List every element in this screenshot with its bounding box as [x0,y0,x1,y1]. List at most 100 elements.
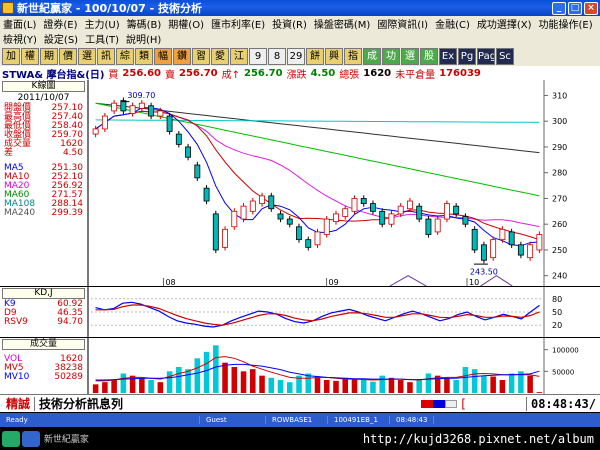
volume-label: 總張 [339,69,360,81]
indicator-value: 50289 [54,372,83,382]
taskbar-icon[interactable] [2,430,20,447]
menu-item[interactable]: 期權(O) [165,16,208,31]
volume-bar [444,377,450,393]
menu-item[interactable]: 證券(E) [40,16,81,31]
menu-bar: 畫面(L) 證券(E) 主力(U) 籌碼(B) 期權(O) 匯市利率(E) 投資… [0,16,600,31]
price-tick-label: 250 [552,246,567,255]
volume-bar [166,371,173,393]
candlestick-chart[interactable]: 240 250 260 270 280 290 300 310 08 09 10 309.70 243.… [88,80,600,286]
volume-bar [231,367,238,393]
volume-bar [148,380,154,393]
volume-bar [471,369,478,393]
volume-bar [342,377,349,393]
toolbar-button[interactable]: 8 [268,47,286,65]
open-interest-label: 未平倉量 [395,69,436,81]
connection-indicator [421,399,458,408]
volume-panel-title[interactable]: 成交量 [2,339,85,350]
menu-item[interactable]: 畫面(L) [0,16,40,31]
toolbar-button[interactable]: 江 [230,47,248,65]
candle-body [453,205,460,215]
volume-tick-label: 100000 [552,347,579,355]
candle-body [490,239,497,259]
kd-tick-label: 50 [552,308,562,317]
toolbar-button[interactable]: 餅 [306,47,324,65]
toolbar-button[interactable]: 9 [249,47,267,65]
clock-display: 08:48:43/ [525,396,596,411]
menu-item[interactable]: 說明(H) [123,31,165,46]
symbol-label[interactable]: STWA& 摩台指&(日) [2,66,104,81]
volume-bar [111,380,117,393]
toolbar-button[interactable]: 鑽 [173,47,191,65]
menu-item[interactable]: 匯市利率(E) [208,16,269,31]
candle-body [370,203,376,212]
menu-item[interactable]: 金融(C) [432,16,474,31]
toolbar-button[interactable]: 綜 [116,47,134,65]
candle-body [407,200,413,210]
volume-bar [323,380,330,393]
candle-body [397,205,404,215]
toolbar-button[interactable]: 幅 [154,47,172,65]
volume-chart[interactable]: 50000 100000 [88,338,600,394]
menu-item[interactable]: 檢視(Y) [0,31,41,46]
toolbar-button[interactable]: 興 [325,47,343,65]
toolbar-button[interactable]: 權 [21,47,39,65]
high-annotation: 309.70 [127,91,155,100]
toolbar-button[interactable]: 價 [59,47,77,65]
candle-body [175,133,182,145]
app-icon [2,2,14,14]
indicator-value: 299.39 [51,208,84,218]
candle-body [296,226,302,241]
toolbar-button[interactable]: 類 [135,47,153,65]
taskbar-icon[interactable] [21,430,40,447]
menu-item[interactable]: 功能操作(E) [536,16,597,31]
toolbar-button[interactable]: Page [477,47,495,65]
candle-body [268,195,275,210]
price-tick-label: 290 [552,143,567,152]
toolbar-button[interactable]: Ex [439,47,457,65]
menu-item[interactable]: 操盤密碼(M) [311,16,374,31]
close-button[interactable]: × [584,1,598,15]
candle-body [222,228,228,248]
toolbar-button[interactable]: Sc [496,47,514,65]
price-tick-label: 270 [552,194,567,203]
maximize-button[interactable]: □ [568,1,582,15]
kd-panel-title[interactable]: KD,J [2,288,85,299]
volume-bar [213,345,219,393]
ma10-line [95,110,540,241]
title-bar: 新世紀贏家 - 100/10/07 - 技術分析 _ □ × [0,0,600,16]
toolbar-button[interactable]: 指 [344,47,362,65]
minimize-button[interactable]: _ [552,1,566,15]
toolbar-button[interactable]: 選 [78,47,96,65]
toolbar-button[interactable]: 功 [382,47,400,65]
taskbar-caption[interactable]: 新世紀贏家 [44,432,363,445]
toolbar-button[interactable]: 訊 [97,47,115,65]
candle-body [148,105,155,117]
toolbar-button[interactable]: 習 [192,47,210,65]
toolbar-button[interactable]: Pg [458,47,476,65]
candle-body [443,203,450,220]
menu-item[interactable]: 投資(R) [269,16,311,31]
status-time: 08:48:43 [390,416,435,424]
kd-chart[interactable]: 20 50 80 [88,287,600,337]
toolbar-button[interactable]: 期 [40,47,58,65]
volume-bar [388,377,395,393]
buy-price: 256.60 [122,67,162,79]
message-separator [34,396,36,411]
buy-label: 買 [108,69,119,81]
toolbar-button[interactable]: 29 [287,47,305,65]
menu-item[interactable]: 成功選擇(X) [474,16,536,31]
price-tick-label: 280 [552,169,567,178]
toolbar-button[interactable]: 愛 [211,47,229,65]
toolbar-button[interactable]: 加 [2,47,20,65]
menu-item[interactable]: 設定(S) [41,31,82,46]
toolbar-button[interactable]: 股 [420,47,438,65]
menu-item[interactable]: 工具(T) [82,31,123,46]
toolbar-button[interactable]: 選 [401,47,419,65]
kd-info-panel: KD,J K9 60.92 D9 46.35 RSV9 94.70 [0,287,88,337]
toolbar-button[interactable]: 成 [363,47,381,65]
volume-bar [305,373,312,393]
menu-item[interactable]: 籌碼(B) [124,16,166,31]
k-panel-title[interactable]: K線圖 [2,81,85,92]
menu-item[interactable]: 主力(U) [82,16,124,31]
menu-item[interactable]: 國際資訊(I) [374,16,432,31]
